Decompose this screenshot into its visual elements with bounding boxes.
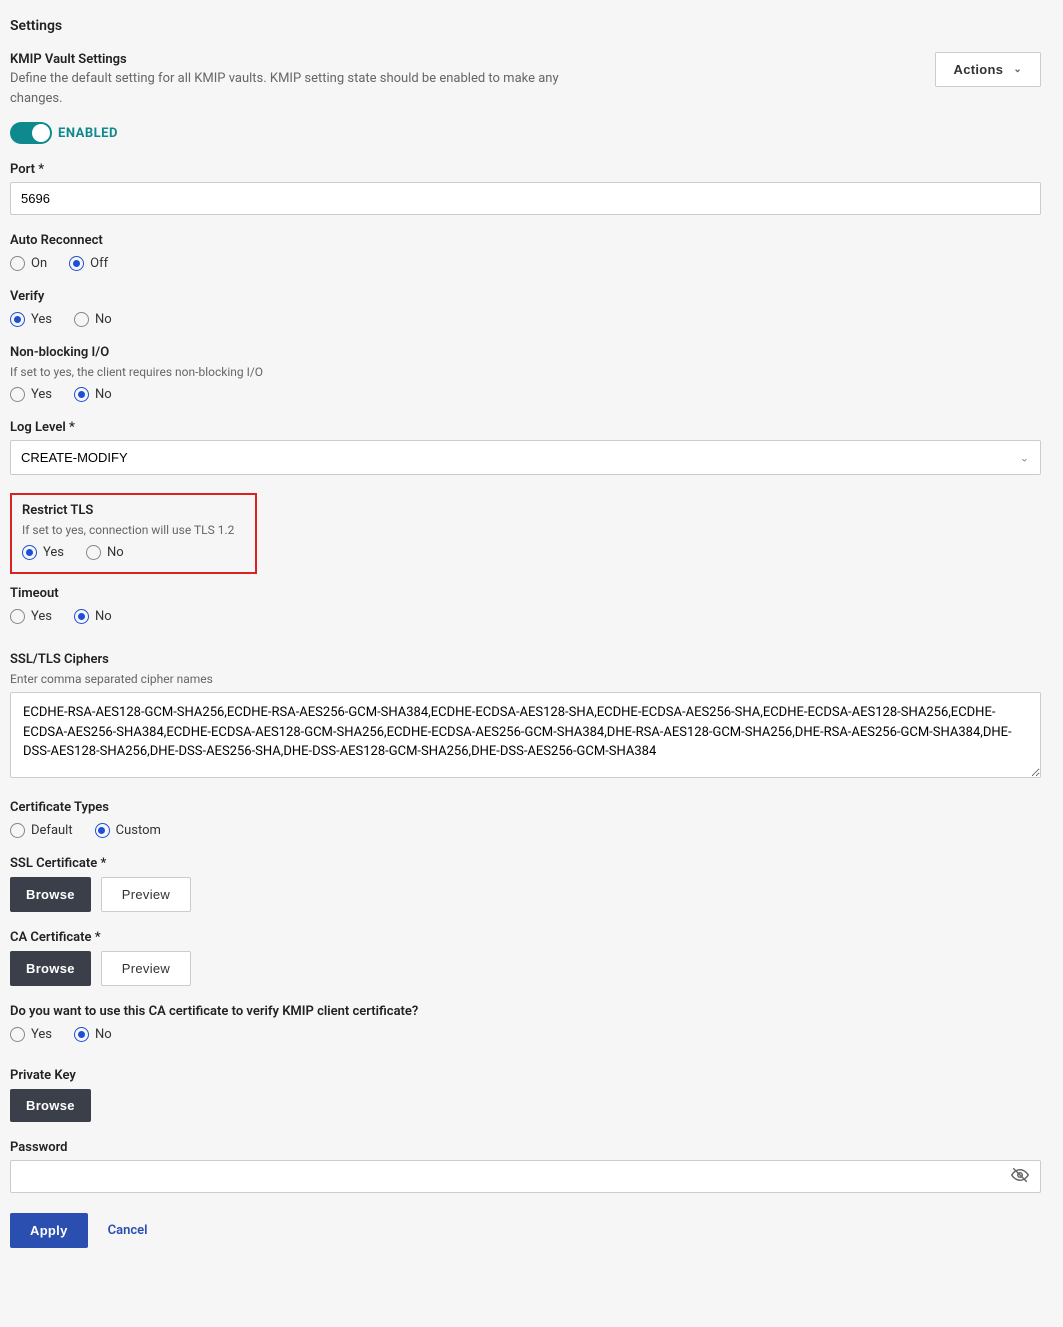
restrict-tls-help: If set to yes, connection will use TLS 1… xyxy=(22,523,245,537)
cert-types-default-radio[interactable]: Default xyxy=(10,823,73,838)
restrict-tls-label: Restrict TLS xyxy=(22,503,245,518)
private-key-label: Private Key xyxy=(10,1068,1041,1083)
nonblocking-yes-radio[interactable]: Yes xyxy=(10,387,52,402)
restrict-tls-highlight: Restrict TLS If set to yes, connection w… xyxy=(10,493,257,574)
page-title: Settings xyxy=(10,18,1041,34)
apply-button[interactable]: Apply xyxy=(10,1213,88,1248)
ciphers-help: Enter comma separated cipher names xyxy=(10,672,1041,686)
restrict-tls-no-radio[interactable]: No xyxy=(86,545,124,560)
auto-reconnect-label: Auto Reconnect xyxy=(10,233,1041,248)
enabled-toggle-label: ENABLED xyxy=(58,126,118,141)
verify-client-label: Do you want to use this CA certificate t… xyxy=(10,1004,1041,1019)
ssl-cert-browse-button[interactable]: Browse xyxy=(10,877,91,912)
section-description: Define the default setting for all KMIP … xyxy=(10,69,610,108)
ca-cert-preview-button[interactable]: Preview xyxy=(101,951,191,986)
ca-cert-browse-button[interactable]: Browse xyxy=(10,951,91,986)
eye-off-icon[interactable] xyxy=(1011,1166,1029,1188)
verify-client-no-radio[interactable]: No xyxy=(74,1027,112,1042)
chevron-down-icon: ⌄ xyxy=(1013,64,1022,75)
auto-reconnect-on-radio[interactable]: On xyxy=(10,256,47,271)
loglevel-label: Log Level * xyxy=(10,420,1041,435)
enabled-toggle[interactable] xyxy=(10,122,52,144)
verify-no-radio[interactable]: No xyxy=(74,312,112,327)
auto-reconnect-off-radio[interactable]: Off xyxy=(69,256,108,271)
ciphers-textarea[interactable] xyxy=(10,692,1041,778)
timeout-no-radio[interactable]: No xyxy=(74,609,112,624)
section-title: KMIP Vault Settings xyxy=(10,52,610,67)
loglevel-select[interactable] xyxy=(10,440,1041,475)
password-input[interactable] xyxy=(10,1160,1041,1193)
ssl-cert-label: SSL Certificate * xyxy=(10,856,1041,871)
password-label: Password xyxy=(10,1140,1041,1155)
ciphers-label: SSL/TLS Ciphers xyxy=(10,652,1041,667)
restrict-tls-yes-radio[interactable]: Yes xyxy=(22,545,64,560)
cert-types-label: Certificate Types xyxy=(10,800,1041,815)
nonblocking-help: If set to yes, the client requires non-b… xyxy=(10,365,1041,379)
actions-button[interactable]: Actions ⌄ xyxy=(935,52,1041,87)
cancel-link[interactable]: Cancel xyxy=(108,1223,148,1238)
nonblocking-no-radio[interactable]: No xyxy=(74,387,112,402)
private-key-browse-button[interactable]: Browse xyxy=(10,1089,91,1122)
nonblocking-label: Non-blocking I/O xyxy=(10,345,1041,360)
cert-types-custom-radio[interactable]: Custom xyxy=(95,823,161,838)
port-label: Port * xyxy=(10,162,1041,177)
timeout-yes-radio[interactable]: Yes xyxy=(10,609,52,624)
timeout-label: Timeout xyxy=(10,586,1041,601)
verify-label: Verify xyxy=(10,289,1041,304)
actions-button-label: Actions xyxy=(954,62,1004,77)
ca-cert-label: CA Certificate * xyxy=(10,930,1041,945)
port-input[interactable] xyxy=(10,182,1041,215)
verify-client-yes-radio[interactable]: Yes xyxy=(10,1027,52,1042)
ssl-cert-preview-button[interactable]: Preview xyxy=(101,877,191,912)
verify-yes-radio[interactable]: Yes xyxy=(10,312,52,327)
